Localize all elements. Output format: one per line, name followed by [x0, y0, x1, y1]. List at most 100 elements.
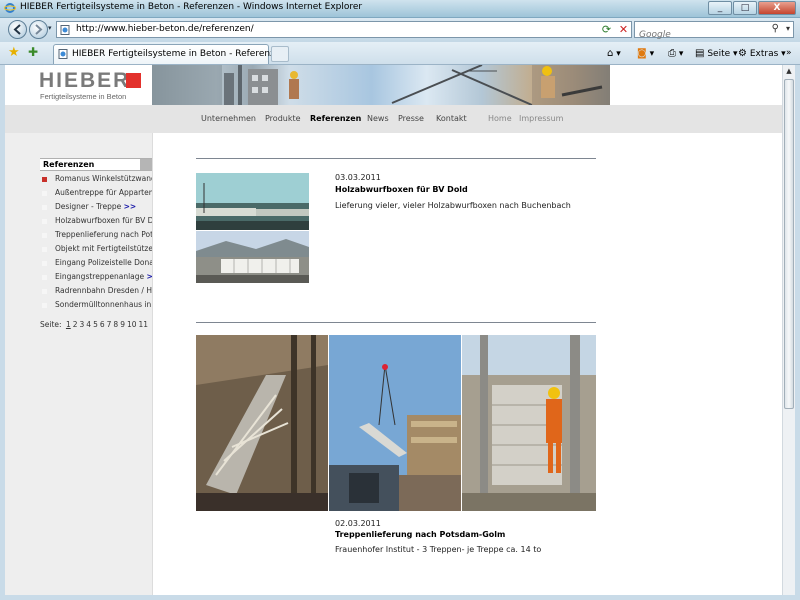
sidebar-item-label: Holzabwurfboxen für BV Do — [55, 216, 152, 225]
print-icon[interactable]: ⎙ ▾ — [668, 46, 683, 61]
header-banner-image — [152, 65, 610, 105]
news-divider — [196, 322, 596, 323]
nav-unternehmen[interactable]: Unternehmen — [201, 114, 256, 123]
refresh-icon[interactable]: ⟳ — [598, 21, 615, 38]
scroll-thumb[interactable] — [784, 79, 794, 409]
page-link-8[interactable]: 8 — [113, 320, 118, 329]
sidebar-item-treppenlieferung[interactable]: Treppenlieferung nach Pot — [40, 229, 152, 242]
page-icon — [58, 49, 68, 59]
window-frame-bottom — [0, 595, 800, 600]
nav-news[interactable]: News — [367, 114, 389, 123]
sidebar-item-designer-treppe[interactable]: Designer - Treppe >> — [40, 201, 152, 214]
url-text[interactable]: http://www.hieber-beton.de/referenzen/ — [76, 24, 254, 34]
page-link-2[interactable]: 2 — [73, 320, 78, 329]
pager-label: Seite: — [40, 320, 62, 329]
bullet-icon — [42, 219, 47, 224]
window-titlebar: HIEBER Fertigteilsysteme in Beton - Refe… — [0, 0, 800, 18]
page-menu-button[interactable]: ▤ Seite ▾ — [695, 46, 738, 61]
arrow-left-icon — [13, 24, 21, 35]
search-icon[interactable]: ⚲ — [772, 23, 779, 34]
news-photo-treppe-2[interactable] — [329, 335, 461, 511]
sidebar-item-holzabwurfboxen[interactable]: Holzabwurfboxen für BV Do — [40, 215, 152, 228]
new-tab-button[interactable] — [271, 46, 289, 62]
site-logo[interactable]: HIEBER Fertigteilsysteme in Beton — [5, 65, 152, 105]
page-link-10[interactable]: 10 — [127, 320, 137, 329]
sidebar-item-label: Designer - Treppe >> — [55, 202, 137, 211]
search-input[interactable] — [639, 30, 759, 40]
sidebar-item-radrennbahn[interactable]: Radrennbahn Dresden / H — [40, 285, 152, 298]
window-frame-right — [795, 65, 800, 600]
news-photo-holzabwurfboxen-1[interactable] — [196, 173, 309, 230]
page-link-4[interactable]: 4 — [86, 320, 91, 329]
news-date: 03.03.2011 — [335, 173, 381, 182]
bullet-icon — [42, 275, 47, 280]
stop-icon[interactable]: ✕ — [615, 21, 632, 38]
nav-home[interactable]: Home — [488, 114, 512, 123]
news-title-link[interactable]: Holzabwurfboxen für BV Dold — [335, 185, 468, 194]
maximize-button[interactable]: □ — [733, 1, 757, 15]
window-title: HIEBER Fertigteilsysteme in Beton - Refe… — [20, 2, 363, 12]
sidebar-item-label: Romanus Winkelstützwand — [55, 174, 152, 183]
page-link-6[interactable]: 6 — [100, 320, 105, 329]
sidebar-item-romanus[interactable]: Romanus Winkelstützwand — [40, 173, 152, 186]
favorites-star-icon[interactable]: ★ — [8, 45, 20, 60]
news-photo-treppe-1[interactable] — [196, 335, 328, 511]
internet-explorer-icon — [4, 3, 16, 13]
address-bar[interactable]: http://www.hieber-beton.de/referenzen/ — [56, 21, 632, 38]
gear-icon: ⚙ — [738, 48, 747, 59]
sidebar-item-sondermuell[interactable]: Sondermülltonnenhaus in — [40, 299, 152, 312]
page-link-3[interactable]: 3 — [80, 320, 85, 329]
minimize-button[interactable]: _ — [708, 1, 732, 15]
scroll-up-icon[interactable]: ▲ — [783, 65, 795, 78]
bullet-icon — [42, 205, 47, 210]
search-dropdown-icon[interactable]: ▾ — [786, 24, 790, 33]
close-button[interactable]: X — [758, 1, 796, 15]
page-link-9[interactable]: 9 — [120, 320, 125, 329]
sidebar-item-polizeistelle[interactable]: Eingang Polizeistelle Dona — [40, 257, 152, 270]
sidebar-scroll-handle[interactable] — [140, 159, 152, 170]
page-link-5[interactable]: 5 — [93, 320, 98, 329]
banner-graphic — [152, 65, 610, 105]
nav-referenzen[interactable]: Referenzen — [310, 114, 361, 123]
bullet-icon — [42, 261, 47, 266]
nav-kontakt[interactable]: Kontakt — [436, 114, 467, 123]
bullet-icon — [42, 191, 47, 196]
forward-button[interactable] — [29, 20, 48, 39]
news-photo-treppe-3[interactable] — [462, 335, 596, 511]
sidebar-item-label: Sondermülltonnenhaus in — [55, 300, 152, 309]
search-box[interactable]: ⚲ ▾ — [634, 21, 794, 40]
sidebar-item-objekt[interactable]: Objekt mit Fertigteilstützen — [40, 243, 152, 256]
sidebar-item-label: Eingang Polizeistelle Dona — [55, 258, 152, 267]
page-link-7[interactable]: 7 — [107, 320, 112, 329]
sidebar-heading: Referenzen — [40, 158, 152, 171]
vertical-scrollbar[interactable]: ▲ — [782, 65, 795, 595]
logo-square — [126, 73, 141, 88]
tab-referenzen[interactable]: HIEBER Fertigteilsysteme in Beton - Refe… — [53, 44, 286, 64]
nav-impressum[interactable]: Impressum — [519, 114, 563, 123]
sidebar-item-label: Treppenlieferung nach Pot — [55, 230, 152, 239]
more-arrow-icon: >> — [123, 202, 137, 211]
navigation-bar: ▾ http://www.hieber-beton.de/referenzen/… — [0, 18, 800, 42]
sidebar-item-eingangstreppenanlage[interactable]: Eingangstreppenanlage >> — [40, 271, 152, 284]
bullet-icon — [42, 177, 47, 182]
sidebar-item-aussentreppe[interactable]: Außentreppe für Appartem — [40, 187, 152, 200]
back-button[interactable] — [8, 20, 27, 39]
home-icon[interactable]: ⌂ ▾ — [607, 46, 621, 61]
logo-wordmark: HIEBER — [39, 69, 131, 92]
news-photo-holzabwurfboxen-2[interactable] — [196, 231, 309, 283]
tools-menu-button[interactable]: ⚙ Extras ▾ — [738, 46, 786, 61]
page-link-1[interactable]: 1 — [66, 320, 71, 329]
news-title-link[interactable]: Treppenlieferung nach Potsdam-Golm — [335, 530, 505, 539]
news-divider — [196, 158, 596, 159]
page-link-11[interactable]: 11 — [139, 320, 149, 329]
news-teaser: Frauenhofer Institut - 3 Treppen- je Tre… — [335, 545, 542, 554]
site-navigation: Unternehmen Produkte Referenzen News Pre… — [5, 105, 782, 133]
nav-produkte[interactable]: Produkte — [265, 114, 301, 123]
tab-label: HIEBER Fertigteilsysteme in Beton - Refe… — [72, 49, 287, 59]
add-favorite-icon[interactable]: ✚ — [28, 45, 38, 59]
history-dropdown-icon[interactable]: ▾ — [48, 24, 52, 32]
overflow-chevron-icon[interactable]: » — [786, 46, 792, 61]
sidebar-item-label: Radrennbahn Dresden / H — [55, 286, 152, 295]
nav-presse[interactable]: Presse — [398, 114, 424, 123]
feeds-icon[interactable]: ◙ ▾ — [637, 46, 654, 61]
